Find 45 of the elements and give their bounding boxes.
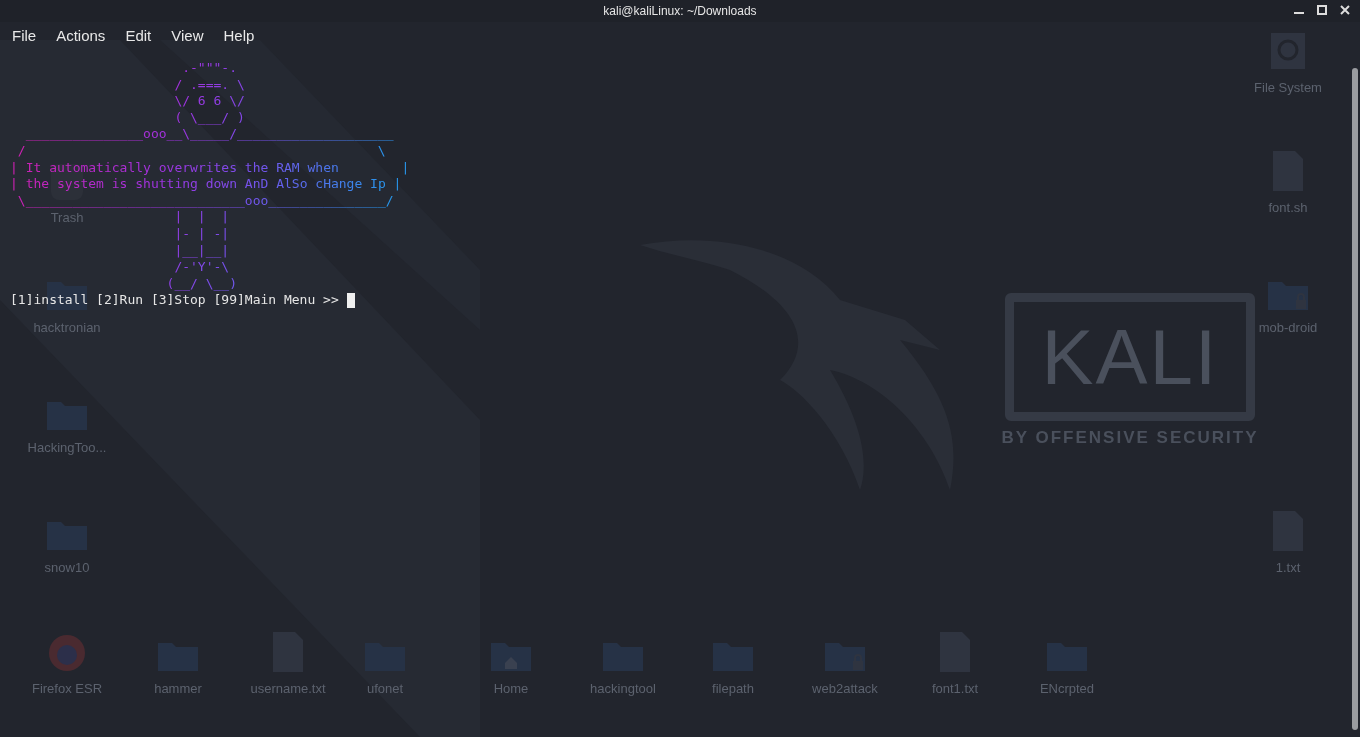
ascii-art-line: .-"""-. [182,60,237,77]
desktop-icon-label[interactable]: hackingtool [590,679,656,699]
desktop-icon-label[interactable]: Trash [50,208,84,228]
ascii-art-line: (__/ \__) [166,275,237,293]
ascii-art-line: \ [377,142,386,160]
menu-item[interactable]: Edit [117,24,160,48]
menu-item[interactable]: Help [215,24,263,48]
maximize-icon[interactable] [1317,5,1327,15]
scrollbar[interactable] [1352,68,1358,730]
desktop-icon-label[interactable]: HackingToo... [27,438,107,458]
ascii-art-line: \/ 6 6 \/ [174,93,245,110]
desktop-icon-label[interactable]: font.sh [1268,198,1308,218]
ascii-art-line: \____________________________ooo_______________/ [17,192,394,210]
desktop-icon-label[interactable]: hammer [154,679,202,699]
desktop-icon-label[interactable]: snow10 [44,558,90,578]
window-title: kali@kaliLinux: ~/Downloads [603,3,757,20]
desktop-icon-label[interactable]: Home [493,679,529,699]
browser-icon [47,633,87,673]
ascii-art-line: |__|__| [174,242,230,260]
desktop-icon-label[interactable]: filepath [712,679,754,699]
desktop-icon-label[interactable]: mob-droid [1258,318,1318,338]
desktop-icon-label[interactable]: hacktronian [33,318,101,338]
desktop-icon-label[interactable]: Firefox ESR [31,679,103,699]
desktop-icon-label[interactable]: File System [1254,78,1322,98]
ascii-art-line: _______________ooo__\_____/____________________ [25,126,394,143]
ascii-art-line: ( \___/ ) [174,109,245,127]
ascii-art-line: |- | -| [174,225,230,243]
ascii-art-line: | | | [174,209,230,226]
text-cursor [346,293,355,309]
desktop-icon-label[interactable]: font1.txt [931,679,979,699]
desktop-icon-label[interactable]: ENcrpted [1039,679,1095,699]
close-icon[interactable] [1340,5,1350,15]
menu-prompt: [1]install [2]Run [3]Stop [99]Main Menu >> [10,292,340,309]
menu-item[interactable]: View [163,24,212,48]
ascii-art-line: / .===. \ [174,76,245,94]
desktop-icon-label[interactable]: 1.txt [1275,558,1301,578]
desktop-icon-label[interactable]: ufonet [366,679,404,699]
ascii-art-line: | It automatically overwrites the RAM when | [10,159,410,177]
desktop-icon-label[interactable]: username.txt [250,679,326,699]
menu-item[interactable]: File [4,24,45,48]
desktop-icon-label[interactable]: web2attack [812,679,878,699]
ascii-art-line: / [17,142,26,160]
menu-item[interactable]: Actions [48,24,114,48]
ascii-art-line: | the system is shutting down AnD AlSo cHange Ip | [10,176,402,193]
ascii-art-line: /-'Y'-\ [174,259,230,276]
